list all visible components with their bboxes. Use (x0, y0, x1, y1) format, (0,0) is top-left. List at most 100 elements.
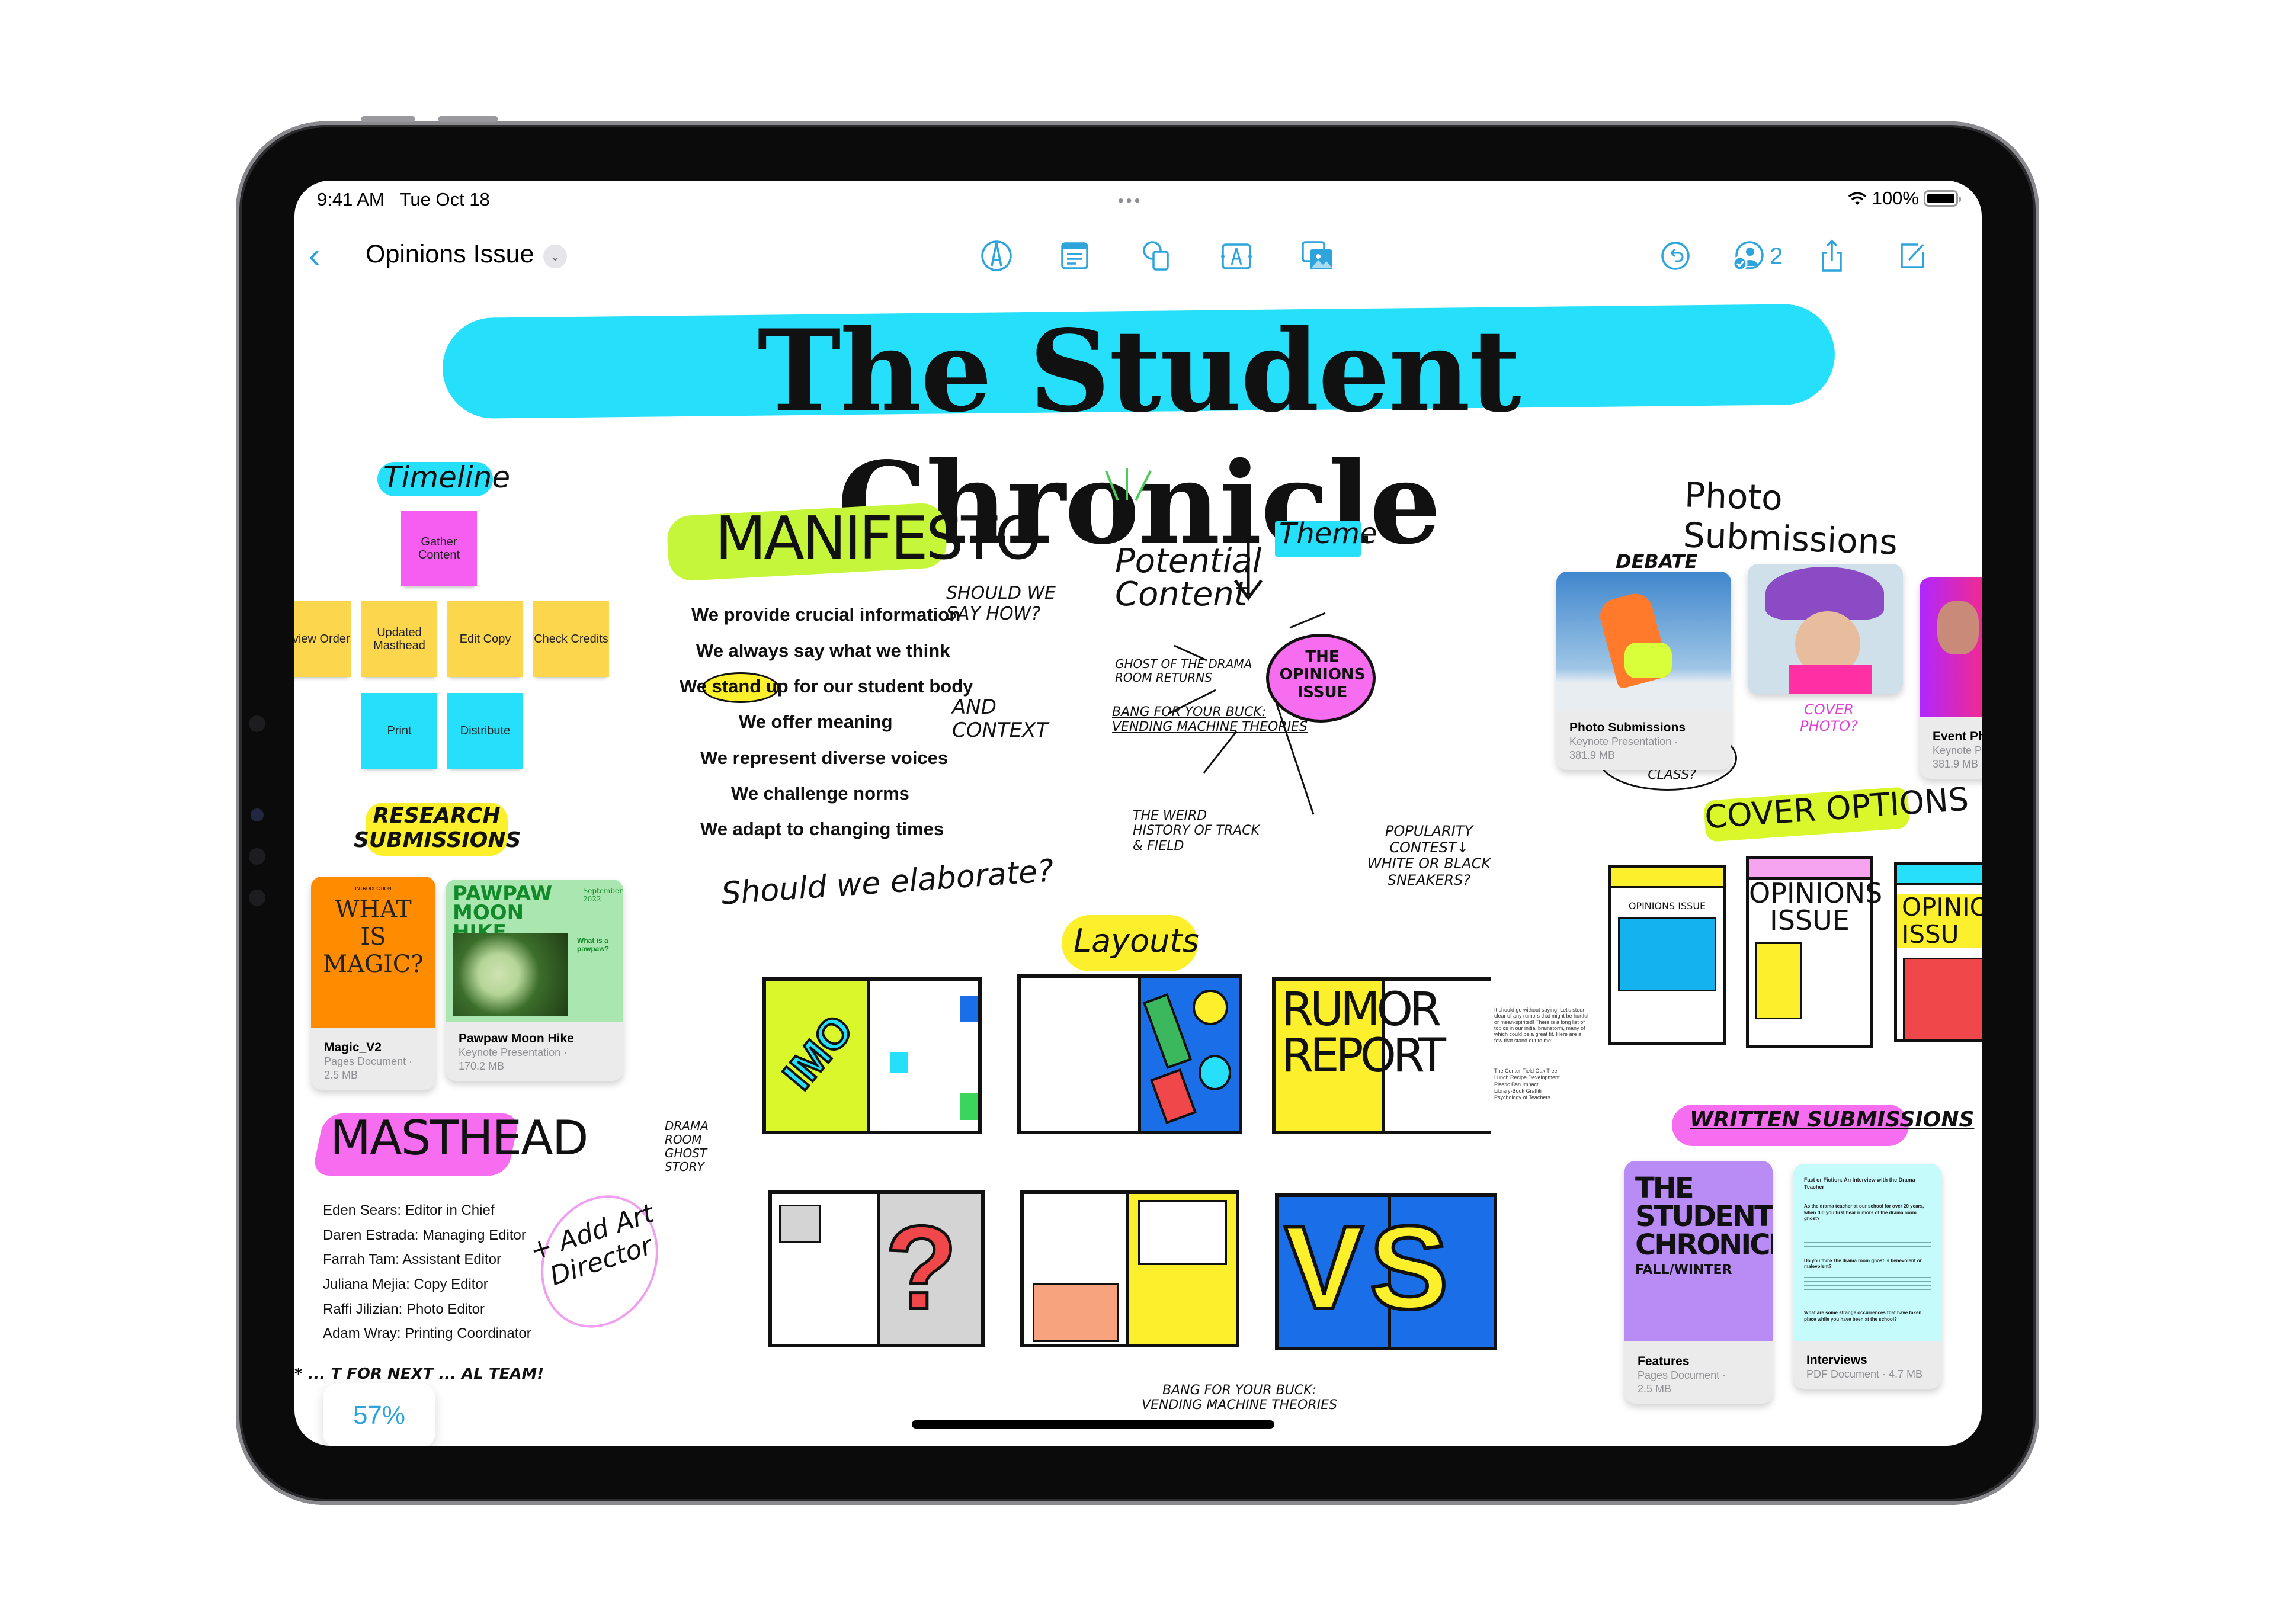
written-label[interactable]: WRITTEN SUBMISSIONS (1690, 1108, 1974, 1132)
file-kind: Keynote Presentation · (459, 1047, 568, 1058)
back-button[interactable]: ‹ (309, 239, 344, 274)
manifesto-label[interactable]: MANIFESTO (715, 503, 1042, 573)
branch-ghost[interactable]: GHOST OF THE DRAMA ROOM RETURNS (1115, 657, 1269, 685)
manifesto-note-elaborate[interactable]: Should we elaborate? (720, 853, 1055, 912)
toolbar: ‹ Opinions Issue ⌄ 2 (294, 228, 1982, 287)
sticky-print[interactable]: Print (361, 693, 437, 769)
research-label[interactable]: RESEARCH SUBMISSIONS (354, 804, 521, 853)
file-card-features[interactable]: THE STUDENT CHRONICLE FALL/WINTER Featur… (1624, 1161, 1773, 1404)
cover-option-2[interactable]: OPINIONS ISSUE (1746, 856, 1882, 1048)
rumor-topic[interactable]: Plastic Ban Impact (1494, 1081, 1589, 1088)
photo-runner-thumb (1556, 572, 1731, 711)
sticky-updated-masthead[interactable]: Updated Masthead (361, 601, 437, 677)
masthead-item[interactable]: Daren Estrada: Managing Editor (323, 1227, 526, 1244)
camera-lens (251, 808, 264, 821)
timeline-label[interactable]: Timeline (383, 460, 510, 495)
chevron-left-icon: ‹ (309, 236, 321, 275)
undo-button[interactable] (1655, 235, 1696, 277)
manifesto-line[interactable]: We offer meaning (739, 711, 893, 733)
masthead-footnote[interactable]: * ... T FOR NEXT ... AL TEAM! (294, 1365, 544, 1383)
opinions-issue-text: THE OPINIONS ISSUE (1279, 648, 1366, 701)
rumor-report-text: RUMOR REPORT (1281, 983, 1446, 1083)
manifesto-note-context[interactable]: AND CONTEXT (952, 695, 1048, 742)
person-check-icon (1732, 241, 1764, 271)
rumor-topic[interactable]: Psychology of Teachers (1494, 1095, 1589, 1101)
masthead-label[interactable]: MASTHEAD (330, 1111, 588, 1166)
home-indicator[interactable] (912, 1420, 1274, 1429)
text-box-icon (1221, 243, 1252, 269)
layouts-label[interactable]: Layouts (1074, 922, 1199, 959)
cover-subtitle: FALL/WINTER (1635, 1263, 1732, 1278)
sticky-review-order[interactable]: Review Order (294, 601, 351, 677)
text-box-button[interactable] (1216, 235, 1257, 277)
file-card-pawpaw[interactable]: PAWPAW MOON HIKE September 2022 What is … (446, 880, 623, 1081)
branch-vending[interactable]: BANG FOR YOUR BUCK: VENDING MACHINE THEO… (1112, 705, 1325, 735)
collaborators-button[interactable] (1727, 235, 1768, 277)
shapes-button[interactable] (1136, 235, 1177, 277)
drama-note[interactable]: DRAMA ROOM GHOST STORY (665, 1119, 724, 1174)
manifesto-line[interactable]: We represent diverse voices (700, 747, 948, 769)
masthead-item[interactable]: Adam Wray: Printing Coordinator (323, 1325, 531, 1342)
file-name: Pawpaw Moon Hike (459, 1032, 574, 1045)
doc-question: As the drama teacher at our school for o… (1804, 1203, 1924, 1222)
pen-tool-button[interactable] (976, 235, 1017, 277)
sticky-distribute[interactable]: Distribute (447, 693, 523, 769)
file-card-event-photos[interactable]: Event Pho Keynote Pr 381.9 MB (1920, 577, 1982, 779)
layout-ghost-story[interactable]: ? (768, 1190, 985, 1347)
layout-vending[interactable] (1020, 1190, 1239, 1347)
note-icon (1061, 242, 1088, 269)
vending-note[interactable]: BANG FOR YOUR BUCK: VENDING MACHINE THEO… (1139, 1383, 1340, 1413)
rumor-topic[interactable]: Lunch Recipe Development (1494, 1074, 1589, 1081)
file-kind: Pages Document · (324, 1055, 413, 1067)
manifesto-line[interactable]: We challenge norms (731, 783, 909, 804)
layout-rumor-report[interactable]: RUMOR REPORT (1272, 977, 1491, 1134)
board-canvas[interactable]: The Student Chronicle Timeline Gather Co… (294, 287, 1982, 1446)
file-kind: Keynote Pr (1933, 744, 1982, 756)
file-kind: PDF Document · 4.7 MB (1806, 1368, 1923, 1380)
rumor-note[interactable]: It should go without saying: Let's steer… (1494, 1007, 1589, 1044)
file-card-magic[interactable]: INTRODUCTION WHAT IS MAGIC? Magic_V2 Pag… (311, 877, 435, 1090)
zoom-level-button[interactable]: 57% (323, 1383, 435, 1446)
manifesto-line[interactable]: We always say what we think (696, 640, 950, 662)
manifesto-line[interactable]: We adapt to changing times (700, 819, 944, 840)
sticky-note-button[interactable] (1054, 235, 1095, 277)
photo-submissions-label[interactable]: Photo Submissions (1683, 474, 1982, 565)
photo-cowgirl[interactable] (1748, 564, 1903, 694)
doc-question: Do you think the drama room ghost is ben… (1804, 1257, 1922, 1269)
masthead-item[interactable]: Farrah Tam: Assistant Editor (323, 1251, 501, 1268)
features-cover: THE STUDENT CHRONICLE FALL/WINTER (1624, 1161, 1773, 1341)
layout-imo[interactable]: IMO (762, 977, 982, 1134)
compose-icon (1901, 243, 1924, 268)
sticky-gather-content[interactable]: Gather Content (401, 511, 477, 586)
cover-option-3[interactable]: OPINIO ISSU (1894, 862, 1982, 1042)
cover-option-1[interactable]: OPINIONS ISSUE (1608, 865, 1726, 1045)
masthead-item[interactable]: Raffi Jilizian: Photo Editor (323, 1301, 485, 1318)
cover-photo-note[interactable]: COVER PHOTO? (1793, 701, 1864, 734)
potential-content-label[interactable]: Potential Content (1115, 545, 1261, 611)
rumor-topic[interactable]: Library-Book Graffiti (1494, 1088, 1589, 1095)
compose-button[interactable] (1891, 235, 1933, 277)
pawpaw-photo (453, 933, 568, 1016)
file-card-interviews[interactable]: Fact or Fiction: An Interview with the D… (1793, 1164, 1941, 1389)
manifesto-line[interactable]: We provide crucial information (691, 604, 960, 625)
file-meta: Photo Submissions Keynote Presentation ·… (1569, 721, 1723, 762)
masthead-item[interactable]: Eden Sears: Editor in Chief (323, 1202, 495, 1219)
sticky-check-credits[interactable]: Check Credits (533, 601, 609, 677)
masthead-item[interactable]: Juliana Mejia: Copy Editor (323, 1276, 488, 1293)
branch-track[interactable]: THE WEIRD HISTORY OF TRACK & FIELD (1133, 808, 1263, 853)
document-title[interactable]: Opinions Issue (366, 240, 534, 269)
theme-label[interactable]: Theme (1279, 517, 1377, 550)
share-button[interactable] (1811, 235, 1853, 277)
multitask-dots[interactable]: ••• (1118, 191, 1142, 210)
manifesto-note-say-how[interactable]: SHOULD WE SAY HOW? (946, 583, 1076, 624)
chevron-down-icon: ⌄ (549, 249, 561, 264)
file-card-photo-submissions[interactable]: Photo Submissions Keynote Presentation ·… (1556, 572, 1731, 770)
branch-sneakers[interactable]: POPULARITY CONTEST↓ WHITE OR BLACK SNEAK… (1367, 823, 1491, 888)
sticky-edit-copy[interactable]: Edit Copy (447, 601, 523, 677)
layout-shapes[interactable] (1017, 974, 1242, 1134)
title-menu-button[interactable]: ⌄ (543, 245, 567, 268)
cover-option-text: OPINIONS ISSUE (1628, 900, 1706, 912)
rumor-topic[interactable]: The Center Field Oak Tree (1494, 1068, 1589, 1074)
layout-vs[interactable]: VS (1275, 1193, 1497, 1350)
media-button[interactable] (1297, 235, 1338, 277)
